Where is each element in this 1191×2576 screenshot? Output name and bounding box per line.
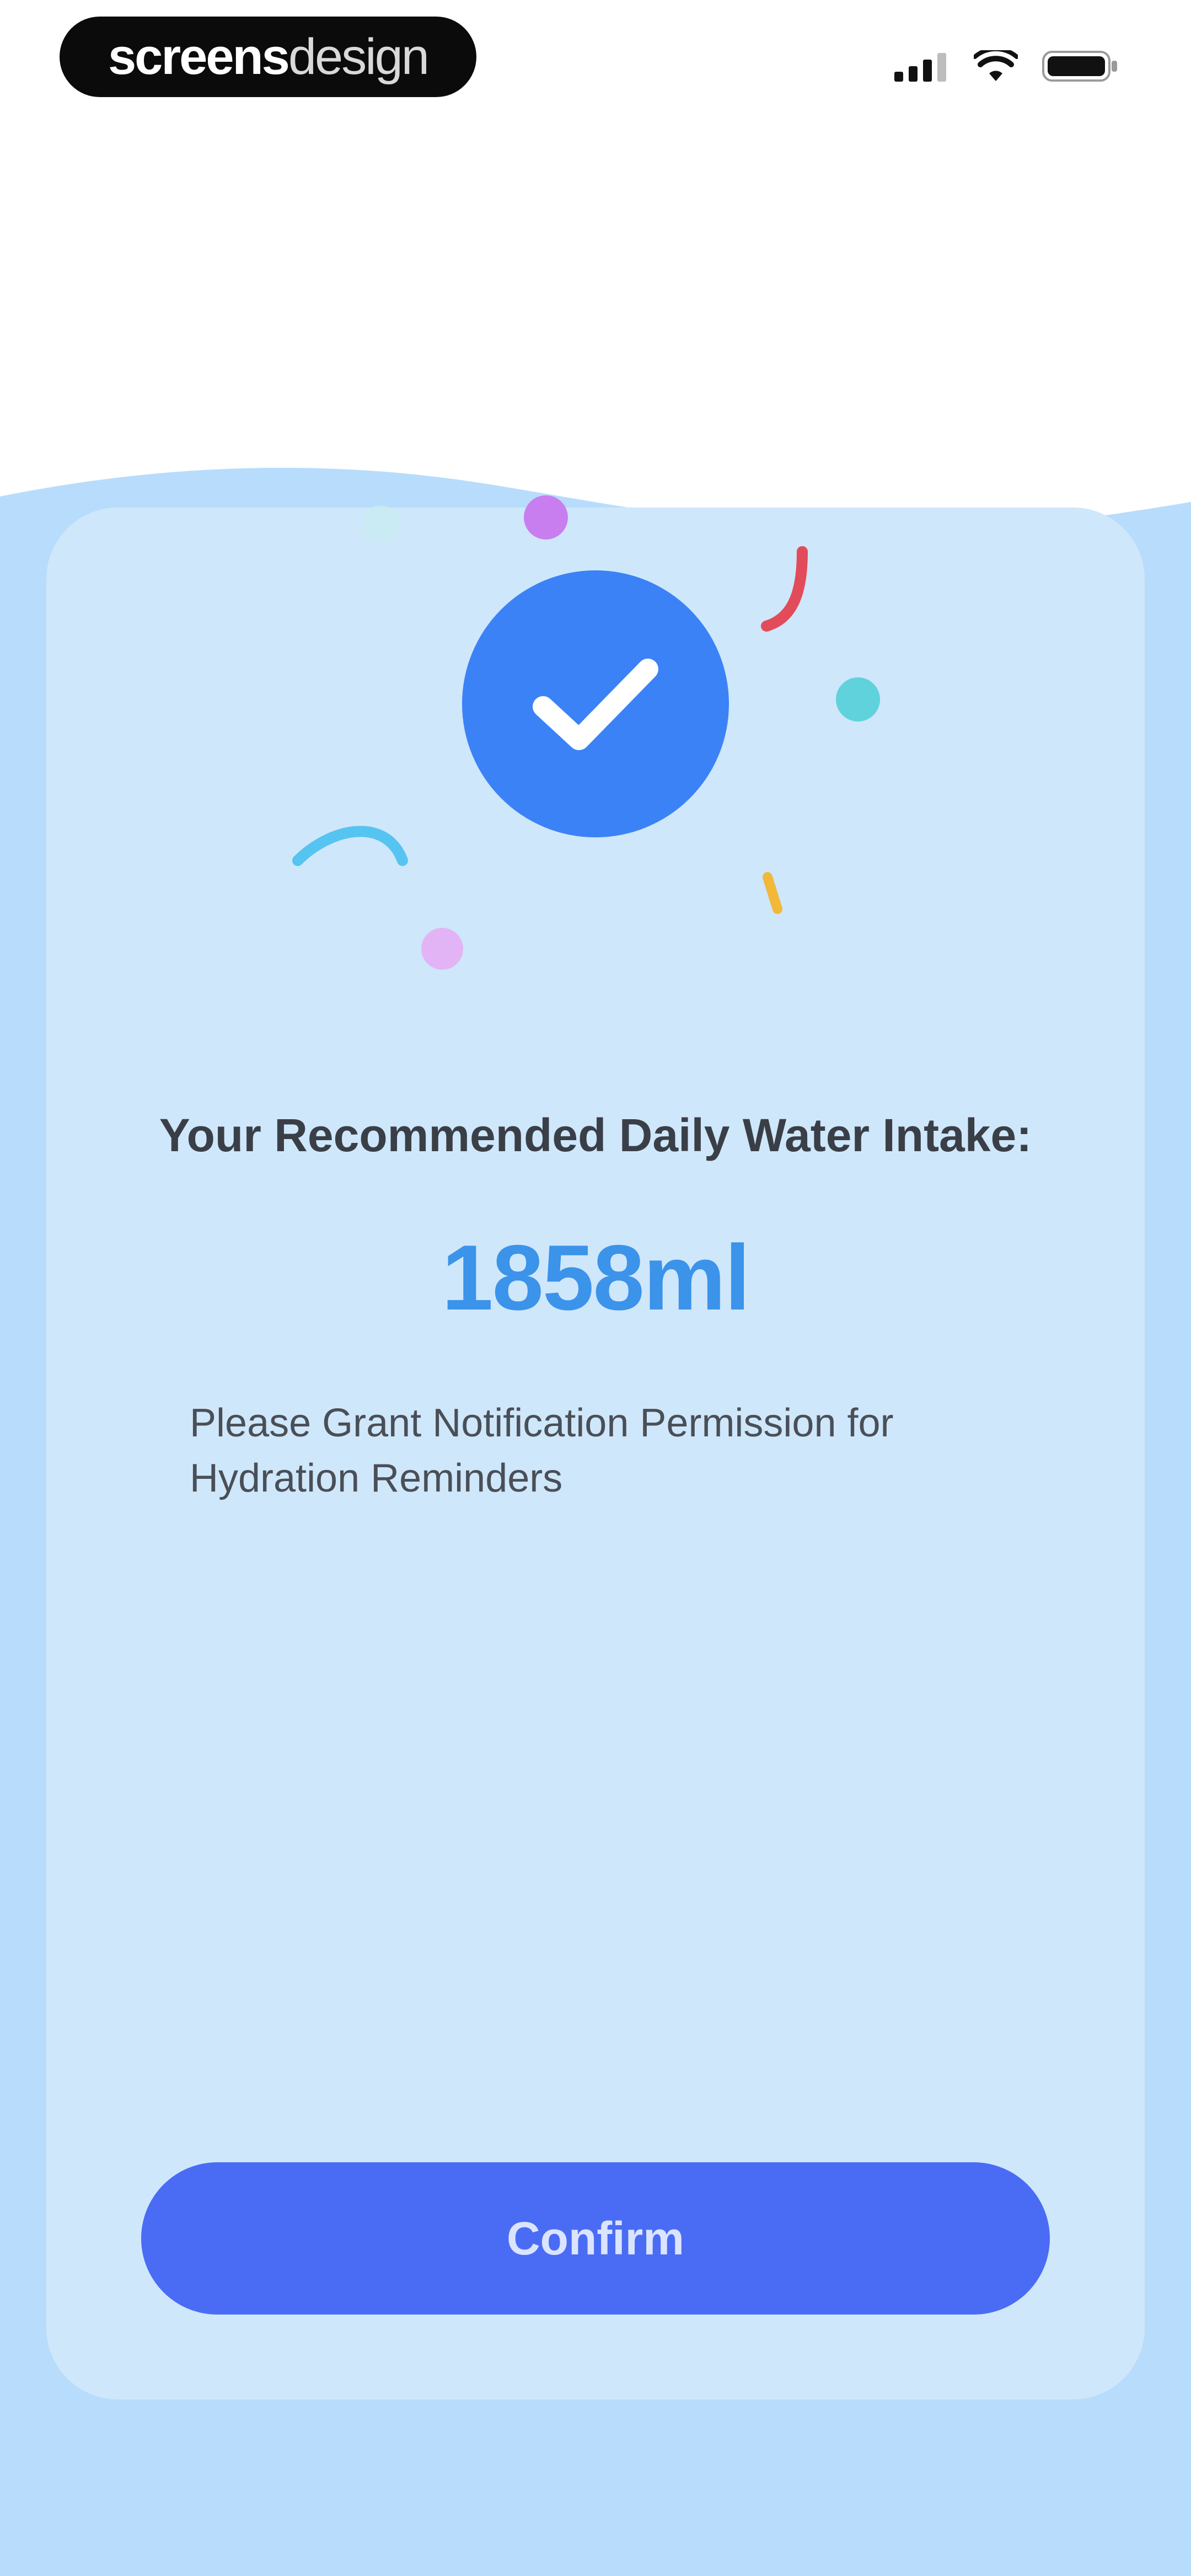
confetti-dot-faint xyxy=(362,505,399,543)
brand-logo-part1: screens xyxy=(108,28,290,85)
intake-headline: Your Recommended Daily Water Intake: xyxy=(159,1109,1032,1161)
confetti-arc-blue xyxy=(292,826,408,866)
brand-logo-part2: design xyxy=(288,28,430,85)
success-check-badge xyxy=(462,570,729,837)
confetti-decoration xyxy=(292,495,880,970)
brand-logo: screens design xyxy=(60,17,476,97)
hydration-result-screen: screens design Your Recommended Daily Wa… xyxy=(0,0,1191,2576)
wifi-icon xyxy=(974,50,1018,81)
confetti-dot-teal xyxy=(836,677,880,722)
confetti-squiggle-red xyxy=(761,546,808,632)
notification-permission-note: Please Grant Notification Permission for… xyxy=(190,1401,894,1500)
confirm-button-label: Confirm xyxy=(507,2212,684,2264)
confetti-dash-yellow xyxy=(763,872,782,914)
checkmark-icon xyxy=(533,659,658,750)
status-icons xyxy=(894,50,1119,83)
battery-icon xyxy=(1042,51,1117,82)
status-bar: screens design xyxy=(0,0,1191,121)
intake-amount: 1858ml xyxy=(442,1226,750,1329)
confetti-dot-purple xyxy=(524,495,568,539)
cellular-signal-icon xyxy=(894,53,946,82)
confetti-dot-lilac xyxy=(421,928,463,970)
confirm-button[interactable]: Confirm xyxy=(141,2162,1050,2315)
